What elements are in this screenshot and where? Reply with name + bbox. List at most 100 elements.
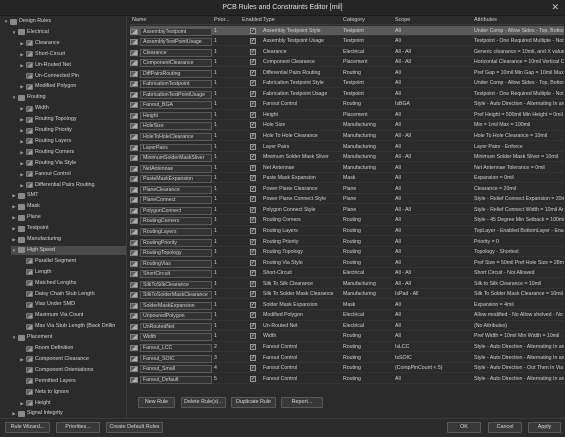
- rule-name[interactable]: NetAntennae: [140, 164, 212, 173]
- rule-row[interactable]: FabricationTestpoint 1 ✓ Fabrication Testpo…: [130, 79, 564, 89]
- rule-name-cell[interactable]: Fanout_Small: [130, 365, 212, 374]
- rule-row[interactable]: SilkToSolderMaskClearance 1 ✓ Silk To Solde…: [130, 290, 564, 300]
- tree-node[interactable]: Parallel Segment: [19, 257, 126, 266]
- enabled-checkbox[interactable]: ✓: [250, 48, 256, 55]
- enabled-checkbox[interactable]: ✓: [250, 38, 256, 45]
- tree-node[interactable]: ▼ Placement: [11, 333, 126, 342]
- rule-row[interactable]: Fanout_BGA 1 ✓ Fanout Control Routing IsBGA St…: [130, 100, 564, 110]
- rule-name[interactable]: ShortCircuit: [140, 270, 212, 279]
- tree-node[interactable]: ▶ Clearance: [19, 39, 126, 48]
- chevron-right-icon[interactable]: ▶: [19, 104, 25, 113]
- tree-node[interactable]: ▼ Design Rules: [3, 17, 126, 26]
- chevron-right-icon[interactable]: ▶: [19, 50, 25, 59]
- rule-row[interactable]: PlaneConnect 1 ✓ Power Plane Connect Style P…: [130, 195, 564, 205]
- tree-node[interactable]: ▶ Modified Polygon: [19, 82, 126, 91]
- enabled-checkbox[interactable]: ✓: [250, 69, 256, 76]
- rule-name-cell[interactable]: ComponentClearance: [130, 59, 212, 68]
- enabled-checkbox[interactable]: ✓: [250, 354, 256, 361]
- rule-row[interactable]: Width 1 ✓ Width Routing All Pref Width = 10mil…: [130, 332, 564, 342]
- ok-button[interactable]: OK: [447, 422, 481, 433]
- tree-node[interactable]: Component Orientations: [19, 366, 126, 375]
- col-header-name[interactable]: Name: [132, 17, 146, 23]
- enabled-checkbox[interactable]: ✓: [250, 301, 256, 308]
- rule-row[interactable]: FabricationTestPointUsage 1 ✓ Fabrication T…: [130, 89, 564, 99]
- rule-name[interactable]: UnRoutedNet: [140, 322, 212, 331]
- enabled-checkbox[interactable]: ✓: [250, 333, 256, 340]
- col-header-enabled[interactable]: Enabled: [242, 17, 262, 23]
- rule-name[interactable]: PasteMaskExpansion: [140, 175, 212, 184]
- chevron-right-icon[interactable]: ▶: [19, 170, 25, 179]
- chevron-right-icon[interactable]: ▶: [19, 148, 25, 157]
- chevron-down-icon[interactable]: ▼: [11, 333, 17, 342]
- chevron-right-icon[interactable]: ▶: [19, 355, 25, 364]
- rule-row[interactable]: AssemblyTestpoint 1 ✓ Assembly Testpoint St…: [130, 26, 564, 36]
- chevron-right-icon[interactable]: ▶: [11, 224, 17, 233]
- rule-name-cell[interactable]: SolderMaskExpansion: [130, 301, 212, 310]
- rule-row[interactable]: SolderMaskExpansion 1 ✓ Solder Mask Expansi…: [130, 300, 564, 310]
- tree-node[interactable]: Vias Under SMD: [19, 300, 126, 309]
- rule-row[interactable]: PlaneClearance 1 ✓ Power Plane Clearance Pla…: [130, 184, 564, 194]
- rule-row[interactable]: Fanout_LCC 2 ✓ Fanout Control Routing IsLCC St…: [130, 343, 564, 353]
- enabled-checkbox[interactable]: ✓: [250, 59, 256, 66]
- rule-name[interactable]: DiffPairsRouting: [140, 69, 212, 78]
- rule-name-cell[interactable]: RoutingLayers: [130, 227, 212, 236]
- rule-row[interactable]: ComponentClearance 1 ✓ Component Clearance P…: [130, 58, 564, 68]
- tree-node[interactable]: ▶ Component Clearance: [19, 355, 126, 364]
- rule-row[interactable]: ShortCircuit 1 ✓ Short-Circuit Electrical All…: [130, 269, 564, 279]
- chevron-right-icon[interactable]: ▶: [19, 137, 25, 146]
- tree-node[interactable]: ▶ Testpoint: [11, 224, 126, 233]
- rule-name[interactable]: RoutingLayers: [140, 227, 212, 236]
- tree-node[interactable]: Un-Connected Pin: [19, 72, 126, 81]
- rule-name-cell[interactable]: UnpouredPolygon: [130, 312, 212, 321]
- tree-node[interactable]: ▶ SMT: [11, 191, 126, 200]
- enabled-checkbox[interactable]: ✓: [250, 175, 256, 182]
- rule-name-cell[interactable]: MinimumSolderMaskSliver: [130, 154, 212, 163]
- rule-name-cell[interactable]: DiffPairsRouting: [130, 69, 212, 78]
- rule-name-cell[interactable]: AssemblyTestpoint: [130, 27, 212, 36]
- rule-name[interactable]: SolderMaskExpansion: [140, 301, 212, 310]
- report-button[interactable]: Report...: [281, 397, 323, 408]
- chevron-right-icon[interactable]: ▶: [11, 202, 17, 211]
- chevron-right-icon[interactable]: ▶: [19, 61, 25, 70]
- rule-name-cell[interactable]: PasteMaskExpansion: [130, 175, 212, 184]
- rule-name-cell[interactable]: LayerPairs: [130, 143, 212, 152]
- chevron-right-icon[interactable]: ▶: [19, 39, 25, 48]
- rule-row[interactable]: HoleSize 1 ✓ Hole Size Manufacturing All Min =…: [130, 121, 564, 131]
- rule-name[interactable]: AssemblyTestpoint: [140, 27, 212, 36]
- rule-row[interactable]: NetAntennae 1 ✓ Net Antennae Manufacturing Al…: [130, 163, 564, 173]
- enabled-checkbox[interactable]: ✓: [250, 344, 256, 350]
- tree-node[interactable]: Length: [19, 268, 126, 277]
- rule-row[interactable]: UnRoutedNet 1 ✓ Un-Routed Net Electrical All (…: [130, 321, 564, 332]
- rule-name[interactable]: RoutingVias: [140, 259, 212, 268]
- rule-name-cell[interactable]: RoutingVias: [130, 259, 212, 268]
- rule-name-cell[interactable]: RoutingTopology: [130, 249, 212, 258]
- rule-row[interactable]: RoutingVias 1 ✓ Routing Via Style Routing All…: [130, 258, 564, 268]
- enabled-checkbox[interactable]: ✓: [250, 185, 256, 192]
- enabled-checkbox[interactable]: ✓: [250, 196, 256, 203]
- rule-name[interactable]: UnpouredPolygon: [140, 312, 212, 321]
- rule-name[interactable]: LayerPairs: [140, 143, 212, 152]
- rule-name[interactable]: ComponentClearance: [140, 59, 212, 68]
- chevron-right-icon[interactable]: ▶: [11, 213, 17, 222]
- rule-name[interactable]: Width: [140, 333, 212, 342]
- rule-name-cell[interactable]: Fanout_LCC: [130, 344, 212, 352]
- rule-row[interactable]: RoutingPriority 1 ✓ Routing Priority Routing…: [130, 237, 564, 247]
- rule-name[interactable]: PlaneConnect: [140, 196, 212, 205]
- rule-name[interactable]: HoleToHoleClearance: [140, 133, 212, 141]
- rule-row[interactable]: RoutingTopology 1 ✓ Routing Topology Routing…: [130, 248, 564, 258]
- enabled-checkbox[interactable]: ✓: [250, 111, 256, 118]
- rule-name[interactable]: Fanout_SOIC: [140, 354, 212, 363]
- rule-name-cell[interactable]: RoutingPriority: [130, 238, 212, 247]
- rule-name-cell[interactable]: ShortCircuit: [130, 270, 212, 279]
- rule-name-cell[interactable]: Clearance: [130, 48, 212, 57]
- col-header-attributes[interactable]: Attributes: [474, 17, 497, 23]
- rule-name-cell[interactable]: PolygonConnect: [130, 206, 212, 215]
- enabled-checkbox[interactable]: ✓: [250, 80, 256, 87]
- tree-node[interactable]: ▶ Fanout Control: [19, 170, 126, 179]
- rule-row[interactable]: RoutingCorners 1 ✓ Routing Corners Routing Al…: [130, 216, 564, 226]
- enabled-checkbox[interactable]: ✓: [250, 375, 256, 382]
- tree-node[interactable]: ▼ Electrical: [11, 28, 126, 37]
- rule-name[interactable]: HoleSize: [140, 122, 212, 131]
- rules-tree[interactable]: ▼ Design Rules ▼ Electrical ▶ Clearance ▶ Short…: [3, 16, 127, 419]
- rule-row[interactable]: PasteMaskExpansion 1 ✓ Paste Mask Expansion…: [130, 174, 564, 184]
